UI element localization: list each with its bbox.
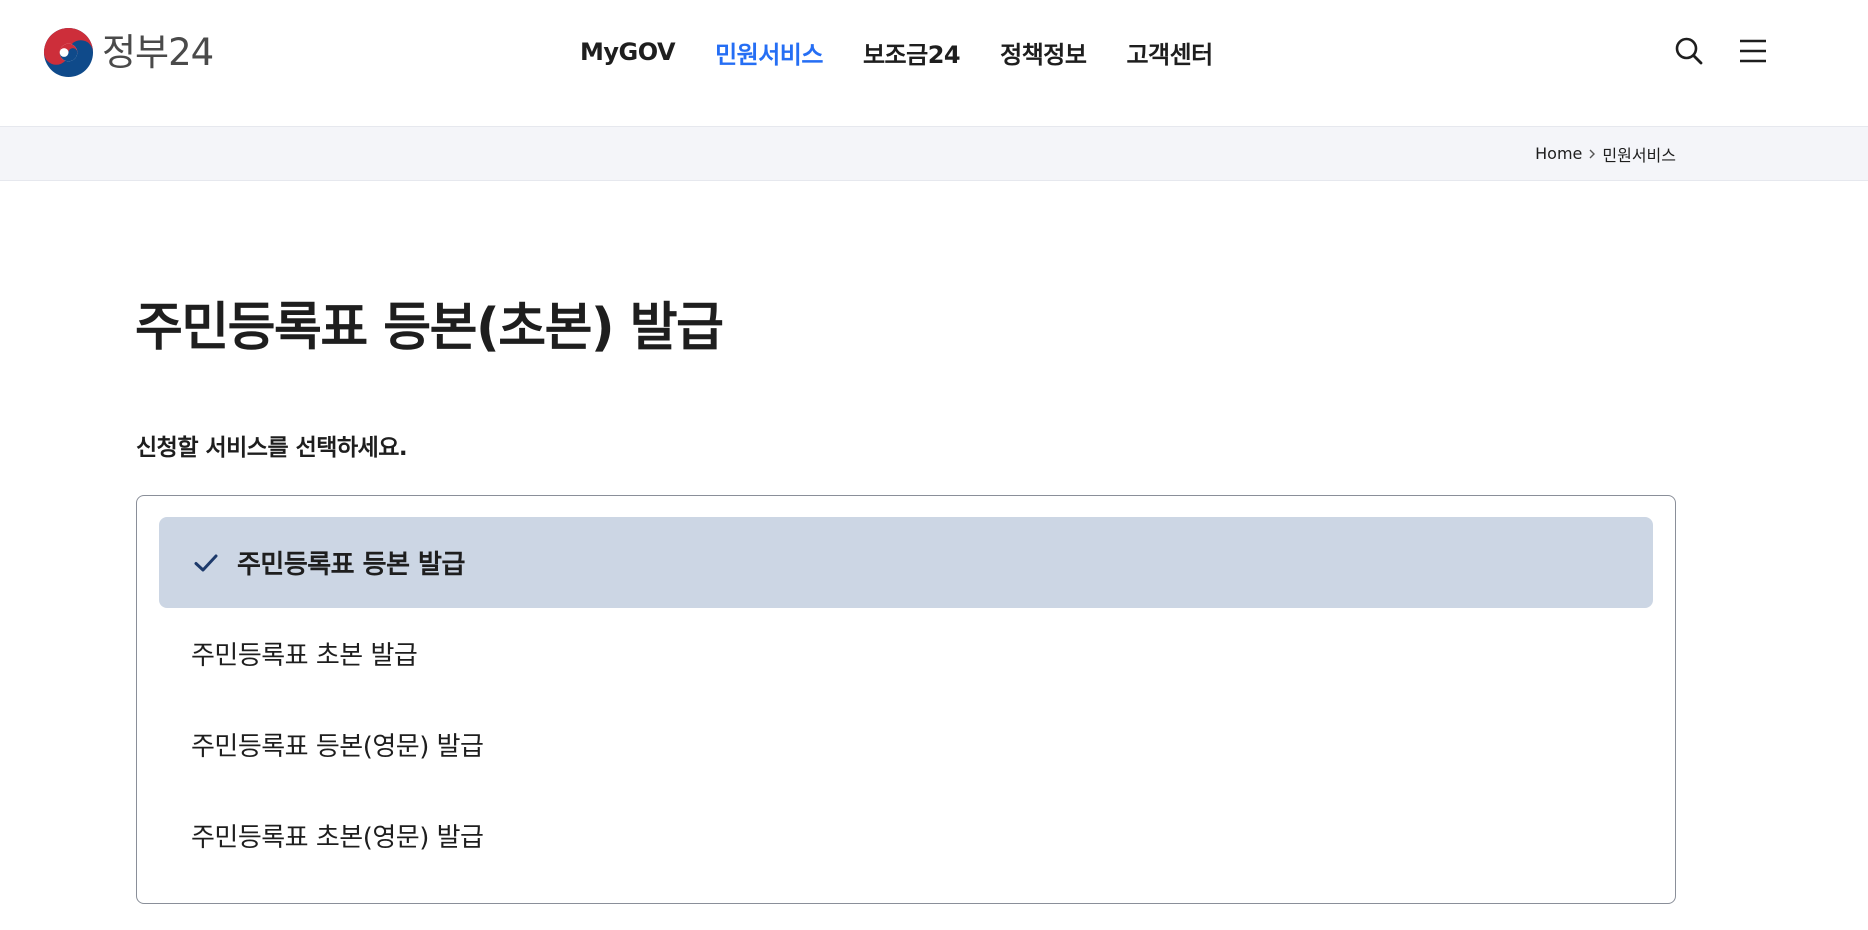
- nav-item-policy-info[interactable]: 정책정보: [1000, 35, 1087, 70]
- chevron-right-icon: [1582, 148, 1602, 160]
- menu-button[interactable]: [1736, 34, 1770, 68]
- breadcrumb-bar: Home 민원서비스: [0, 126, 1868, 181]
- header-utility: [1672, 34, 1770, 68]
- menu-icon: [1740, 39, 1766, 63]
- breadcrumb-civil-services[interactable]: 민원서비스: [1602, 142, 1676, 166]
- search-button[interactable]: [1672, 34, 1706, 68]
- main-nav: MyGOV 민원서비스 보조금24 정책정보 고객센터: [580, 35, 1213, 70]
- breadcrumb-home[interactable]: Home: [1535, 144, 1582, 163]
- option-label: 주민등록표 등본 발급: [237, 550, 465, 580]
- service-option-resident-copy[interactable]: 주민등록표 등본 발급: [159, 517, 1653, 608]
- nav-item-civil-services[interactable]: 민원서비스: [715, 35, 823, 70]
- breadcrumb: Home 민원서비스: [1535, 127, 1676, 180]
- service-option-resident-copy-english[interactable]: 주민등록표 등본(영문) 발급: [159, 699, 1653, 790]
- service-option-resident-abstract[interactable]: 주민등록표 초본 발급: [159, 608, 1653, 699]
- option-label: 주민등록표 등본(영문) 발급: [191, 732, 484, 762]
- page-title: 주민등록표 등본(초본) 발급: [135, 298, 724, 358]
- search-icon: [1675, 37, 1703, 65]
- option-label: 주민등록표 초본(영문) 발급: [191, 823, 484, 853]
- service-option-resident-abstract-english[interactable]: 주민등록표 초본(영문) 발급: [159, 790, 1653, 881]
- nav-item-customer-center[interactable]: 고객센터: [1126, 35, 1213, 70]
- logo-text: 정부24: [102, 30, 214, 74]
- nav-item-mygov[interactable]: MyGOV: [580, 38, 676, 66]
- taegeuk-logo-icon: [43, 27, 94, 77]
- check-icon: [191, 548, 221, 578]
- service-option-list: 주민등록표 등본 발급 주민등록표 초본 발급 주민등록표 등본(영문) 발급 …: [136, 495, 1676, 904]
- nav-item-subsidy24[interactable]: 보조금24: [863, 35, 961, 70]
- option-label: 주민등록표 초본 발급: [191, 641, 418, 671]
- site-header: 정부24 MyGOV 민원서비스 보조금24 정책정보 고객센터: [0, 0, 1868, 126]
- gov24-logo[interactable]: 정부24: [43, 27, 214, 77]
- service-select-instruction: 신청할 서비스를 선택하세요.: [136, 435, 408, 461]
